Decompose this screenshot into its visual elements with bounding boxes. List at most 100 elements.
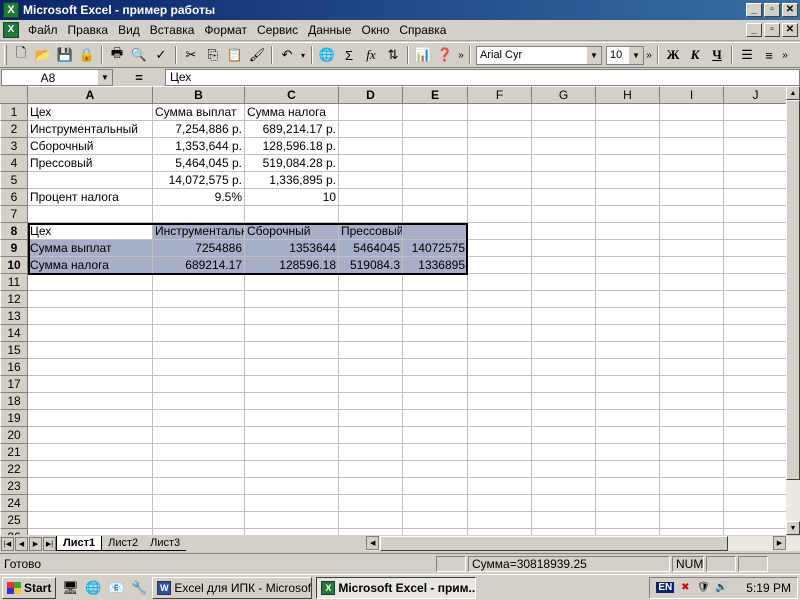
cell-a6[interactable]: Процент налога — [28, 189, 153, 206]
cell-a10[interactable]: Сумма налога — [28, 257, 153, 274]
cell-i17[interactable] — [660, 376, 724, 393]
cell-f10[interactable] — [468, 257, 532, 274]
row-header-5[interactable]: 5 — [0, 172, 28, 189]
cell-d25[interactable] — [339, 512, 403, 529]
cell-a3[interactable]: Сборочный — [28, 138, 153, 155]
cell-f14[interactable] — [468, 325, 532, 342]
cell-d5[interactable] — [339, 172, 403, 189]
cell-b13[interactable] — [153, 308, 245, 325]
desktop-icon[interactable]: 🖥 — [61, 579, 79, 597]
cell-g16[interactable] — [532, 359, 596, 376]
copy-icon[interactable]: ⎘ — [202, 44, 224, 66]
chevron-down-icon[interactable]: ▼ — [586, 46, 601, 64]
cell-a7[interactable] — [28, 206, 153, 223]
chevron-down-icon[interactable]: ▼ — [628, 46, 643, 64]
sheet-tab-1[interactable]: Лист1 — [56, 536, 103, 551]
menu-data[interactable]: Данные — [303, 23, 356, 37]
cell-g6[interactable] — [532, 189, 596, 206]
sort-ascending-icon[interactable]: ⇅ — [382, 44, 404, 66]
column-header-i[interactable]: I — [660, 86, 724, 104]
cell-e14[interactable] — [403, 325, 468, 342]
doc-restore-button[interactable]: ▫ — [764, 23, 780, 37]
cell-b7[interactable] — [153, 206, 245, 223]
cell-d8[interactable]: Прессовый — [339, 223, 403, 240]
cell-a18[interactable] — [28, 393, 153, 410]
taskbar-word-button[interactable]: W Excel для ИПК - Microsof... — [152, 576, 313, 599]
browser-icon[interactable]: 🌐 — [84, 579, 102, 597]
menu-insert[interactable]: Вставка — [145, 23, 200, 37]
sheet-tab-2[interactable]: Лист2 — [102, 536, 145, 551]
row-header-20[interactable]: 20 — [0, 427, 28, 444]
cell-b15[interactable] — [153, 342, 245, 359]
insert-function-button[interactable]: fx — [360, 44, 382, 66]
cell-j17[interactable] — [724, 376, 786, 393]
row-header-10[interactable]: 10 — [0, 257, 28, 274]
cell-h12[interactable] — [596, 291, 660, 308]
row-header-21[interactable]: 21 — [0, 444, 28, 461]
cell-i21[interactable] — [660, 444, 724, 461]
cut-icon[interactable]: ✂ — [180, 44, 202, 66]
cell-a24[interactable] — [28, 495, 153, 512]
cell-j12[interactable] — [724, 291, 786, 308]
row-header-25[interactable]: 25 — [0, 512, 28, 529]
cell-j5[interactable] — [724, 172, 786, 189]
cell-g20[interactable] — [532, 427, 596, 444]
cell-e24[interactable] — [403, 495, 468, 512]
cell-f17[interactable] — [468, 376, 532, 393]
cell-h16[interactable] — [596, 359, 660, 376]
cell-g11[interactable] — [532, 274, 596, 291]
row-header-1[interactable]: 1 — [0, 104, 28, 121]
cell-i1[interactable] — [660, 104, 724, 121]
cell-f9[interactable] — [468, 240, 532, 257]
cell-j8[interactable] — [724, 223, 786, 240]
cell-f5[interactable] — [468, 172, 532, 189]
taskbar-excel-button[interactable]: X Microsoft Excel - прим... — [316, 576, 477, 599]
cell-c2[interactable]: 689,214.17 р. — [245, 121, 339, 138]
cell-i22[interactable] — [660, 461, 724, 478]
cell-c24[interactable] — [245, 495, 339, 512]
cell-b1[interactable]: Сумма выплат — [153, 104, 245, 121]
cell-j21[interactable] — [724, 444, 786, 461]
cell-b5[interactable]: 14,072,575 р. — [153, 172, 245, 189]
row-header-2[interactable]: 2 — [0, 121, 28, 138]
cell-h17[interactable] — [596, 376, 660, 393]
cell-b22[interactable] — [153, 461, 245, 478]
cell-f15[interactable] — [468, 342, 532, 359]
cell-b11[interactable] — [153, 274, 245, 291]
autosum-button[interactable]: Σ — [338, 44, 360, 66]
row-header-7[interactable]: 7 — [0, 206, 28, 223]
cell-f1[interactable] — [468, 104, 532, 121]
cell-a8[interactable]: Цех — [28, 223, 153, 240]
chart-wizard-icon[interactable]: 📊 — [412, 44, 434, 66]
row-header-11[interactable]: 11 — [0, 274, 28, 291]
cell-c25[interactable] — [245, 512, 339, 529]
cell-c14[interactable] — [245, 325, 339, 342]
cell-j22[interactable] — [724, 461, 786, 478]
cell-i15[interactable] — [660, 342, 724, 359]
cell-a12[interactable] — [28, 291, 153, 308]
cell-e3[interactable] — [403, 138, 468, 155]
horizontal-scroll-thumb[interactable] — [380, 536, 729, 551]
cell-a19[interactable] — [28, 410, 153, 427]
cell-c4[interactable]: 519,084.28 р. — [245, 155, 339, 172]
bold-button[interactable]: Ж — [662, 44, 684, 66]
last-sheet-icon[interactable]: ▶| — [43, 536, 56, 551]
row-header-6[interactable]: 6 — [0, 189, 28, 206]
cell-f13[interactable] — [468, 308, 532, 325]
menu-tools[interactable]: Сервис — [252, 23, 303, 37]
cell-i24[interactable] — [660, 495, 724, 512]
cell-g8[interactable] — [532, 223, 596, 240]
cell-i7[interactable] — [660, 206, 724, 223]
cell-h19[interactable] — [596, 410, 660, 427]
cell-g4[interactable] — [532, 155, 596, 172]
network-icon[interactable]: ✖ — [678, 581, 692, 595]
cell-i6[interactable] — [660, 189, 724, 206]
cell-b4[interactable]: 5,464,045 р. — [153, 155, 245, 172]
cell-g17[interactable] — [532, 376, 596, 393]
cell-h6[interactable] — [596, 189, 660, 206]
cell-g5[interactable] — [532, 172, 596, 189]
save-icon[interactable]: 💾 — [54, 44, 76, 66]
cell-e15[interactable] — [403, 342, 468, 359]
cell-b10[interactable]: 689214.17 — [153, 257, 245, 274]
underline-button[interactable]: Ч — [706, 44, 728, 66]
